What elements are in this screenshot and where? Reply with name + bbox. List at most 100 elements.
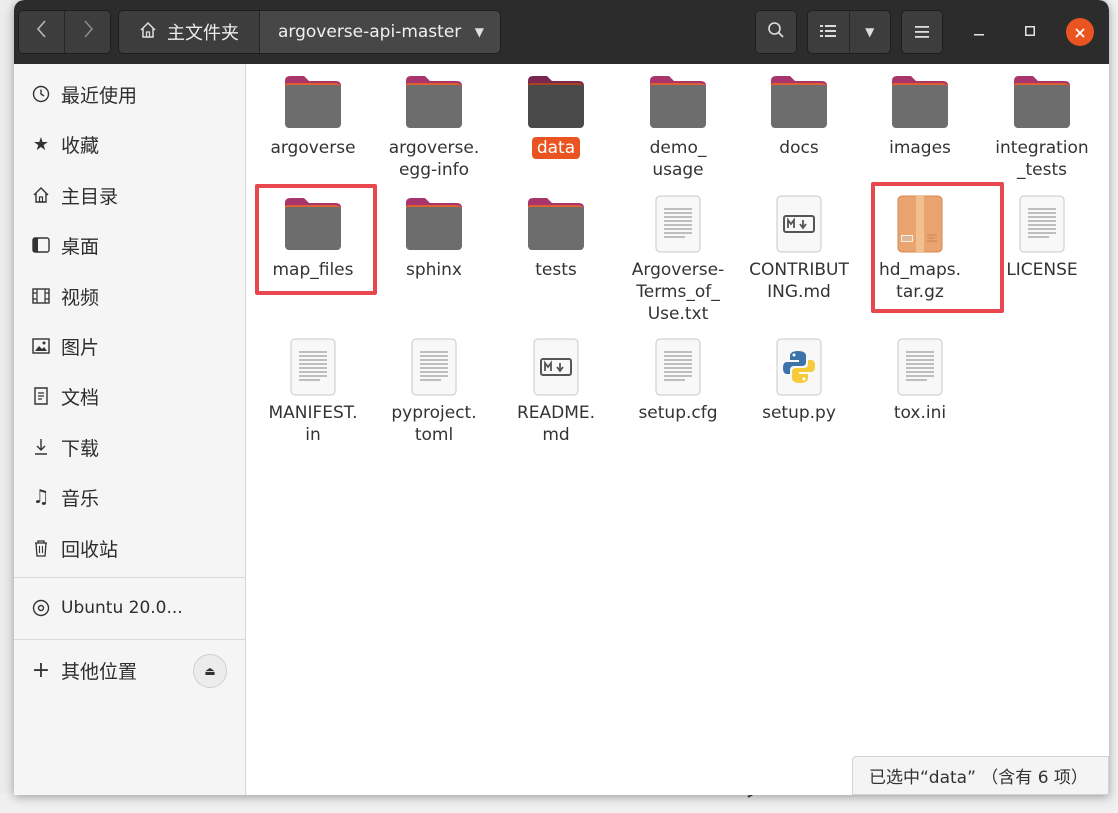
sidebar-item-home[interactable]: 主目录 xyxy=(14,175,245,215)
file-item-label: argoverse xyxy=(270,138,356,158)
desktop-icon xyxy=(30,237,52,253)
sidebar-item-starred[interactable]: ★ 收藏 xyxy=(14,124,245,164)
dropdown-arrow-icon: ▼ xyxy=(474,25,484,39)
file-item-tests[interactable]: tests xyxy=(500,186,612,281)
file-item-contributing-md[interactable]: CONTRIBUT ING.md xyxy=(743,186,855,303)
star-icon: ★ xyxy=(32,133,50,155)
file-item-setup-py[interactable]: setup.py xyxy=(743,329,855,424)
file-item-manifest-in[interactable]: MANIFEST. in xyxy=(257,329,369,446)
folder-icon xyxy=(649,64,707,130)
folder-icon xyxy=(770,64,828,130)
file-item-license[interactable]: LICENSE xyxy=(986,186,1098,281)
list-view-icon xyxy=(820,23,837,42)
sidebar-item-label: 其他位置 xyxy=(61,660,138,683)
file-item-label: setup.py xyxy=(762,403,836,423)
clock-icon xyxy=(30,85,52,103)
sidebar-item-label: 收藏 xyxy=(61,134,100,157)
file-item-label: MANIFEST. in xyxy=(268,403,358,445)
maximize-icon xyxy=(1025,24,1035,40)
close-button[interactable] xyxy=(1066,18,1094,46)
sidebar-item-music[interactable]: ♫ 音乐 xyxy=(14,477,245,517)
list-view-button[interactable] xyxy=(808,11,849,53)
desktop-background-right xyxy=(1108,0,1118,813)
markdown-file-icon xyxy=(776,186,822,253)
path-home-button[interactable]: 主文件夹 xyxy=(119,11,259,53)
sidebar-item-label: 图片 xyxy=(61,336,100,359)
file-item-label: hd_maps. tar.gz xyxy=(878,260,962,302)
sidebar-separator xyxy=(14,639,245,640)
sidebar-item-label: 回收站 xyxy=(61,538,119,561)
file-item-label: docs xyxy=(779,138,819,158)
sidebar-item-desktop[interactable]: 桌面 xyxy=(14,225,245,265)
file-item-argoverse-terms-of-use-txt[interactable]: Argoverse- Terms_of_ Use.txt xyxy=(622,186,734,325)
text-file-icon xyxy=(897,329,943,396)
sidebar-item-documents[interactable]: 文档 xyxy=(14,376,245,416)
picture-icon xyxy=(30,338,52,354)
disc-icon xyxy=(30,599,52,617)
file-item-map-files[interactable]: map_files xyxy=(257,186,369,281)
file-item-demo-usage[interactable]: demo_ usage xyxy=(622,64,734,181)
document-icon xyxy=(30,387,52,405)
back-button[interactable] xyxy=(19,11,64,53)
file-item-label: sphinx xyxy=(406,260,462,280)
file-item-hd-maps-tar-gz[interactable]: hd_maps. tar.gz xyxy=(864,186,976,303)
file-item-label: map_files xyxy=(272,260,354,280)
view-options-button[interactable]: ▼ xyxy=(849,11,890,53)
file-item-sphinx[interactable]: sphinx xyxy=(378,186,490,281)
sidebar-item-pictures[interactable]: 图片 xyxy=(14,326,245,366)
plus-icon: + xyxy=(31,657,51,683)
file-item-images[interactable]: images xyxy=(864,64,976,159)
desktop-background-bottom xyxy=(0,794,1118,813)
chevron-right-icon xyxy=(82,19,94,45)
menu-button-group xyxy=(901,10,943,54)
text-file-icon xyxy=(1019,186,1065,253)
file-item-data[interactable]: data xyxy=(500,64,612,159)
folder-icon xyxy=(284,64,342,130)
folder-icon xyxy=(527,186,585,252)
sidebar-item-label: 音乐 xyxy=(61,487,100,510)
file-grid: argoverse argoverse. egg-info data demo_ usag… xyxy=(247,64,1109,795)
trash-icon xyxy=(30,539,52,557)
maximize-button[interactable] xyxy=(1016,18,1044,46)
search-icon xyxy=(767,21,785,43)
file-item-docs[interactable]: docs xyxy=(743,64,855,159)
file-item-label: pyproject. toml xyxy=(391,403,477,445)
file-item-argoverse[interactable]: argoverse xyxy=(257,64,369,159)
home-icon xyxy=(139,21,157,44)
file-item-pyproject-toml[interactable]: pyproject. toml xyxy=(378,329,490,446)
sidebar-item-device[interactable]: Ubuntu 20.0... xyxy=(14,588,245,628)
sidebar-item-downloads[interactable]: 下载 xyxy=(14,427,245,467)
navigation-buttons xyxy=(18,10,111,54)
folder-icon xyxy=(405,64,463,130)
file-item-label: LICENSE xyxy=(1006,260,1078,280)
status-text: 已选中“data” （含有 6 项） xyxy=(869,768,1088,788)
minimize-button[interactable] xyxy=(965,18,993,46)
file-item-tox-ini[interactable]: tox.ini xyxy=(864,329,976,424)
folder-icon xyxy=(284,186,342,252)
main-menu-button[interactable] xyxy=(902,11,942,53)
search-button[interactable] xyxy=(756,11,796,53)
file-item-label: Argoverse- Terms_of_ Use.txt xyxy=(631,260,725,324)
chevron-left-icon xyxy=(36,19,48,45)
file-item-argoverse-egg-info[interactable]: argoverse. egg-info xyxy=(378,64,490,181)
sidebar-item-other-locations[interactable]: + 其他位置 xyxy=(14,650,245,690)
file-item-integration-tests[interactable]: integration _tests xyxy=(986,64,1098,181)
film-icon xyxy=(30,288,52,304)
sidebar-item-videos[interactable]: 视频 xyxy=(14,276,245,316)
file-item-label: README. md xyxy=(516,403,596,445)
sidebar-item-recent[interactable]: 最近使用 xyxy=(14,74,245,114)
path-current-folder-button[interactable]: argoverse-api-master ▼ xyxy=(260,11,500,53)
sidebar-item-trash[interactable]: 回收站 xyxy=(14,528,245,568)
search-button-group xyxy=(755,10,797,54)
chevron-down-icon: ▼ xyxy=(865,25,875,39)
sidebar-item-label: 下载 xyxy=(61,437,100,460)
file-item-setup-cfg[interactable]: setup.cfg xyxy=(622,329,734,424)
forward-button[interactable] xyxy=(65,11,110,53)
file-item-label: demo_ usage xyxy=(649,138,707,180)
sidebar-device-label: Ubuntu 20.0... xyxy=(61,598,183,618)
sidebar-separator xyxy=(14,577,245,578)
file-item-readme-md[interactable]: README. md xyxy=(500,329,612,446)
folder-icon xyxy=(527,64,585,130)
folder-icon xyxy=(405,186,463,252)
path-bar: 主文件夹 argoverse-api-master ▼ xyxy=(118,10,501,54)
